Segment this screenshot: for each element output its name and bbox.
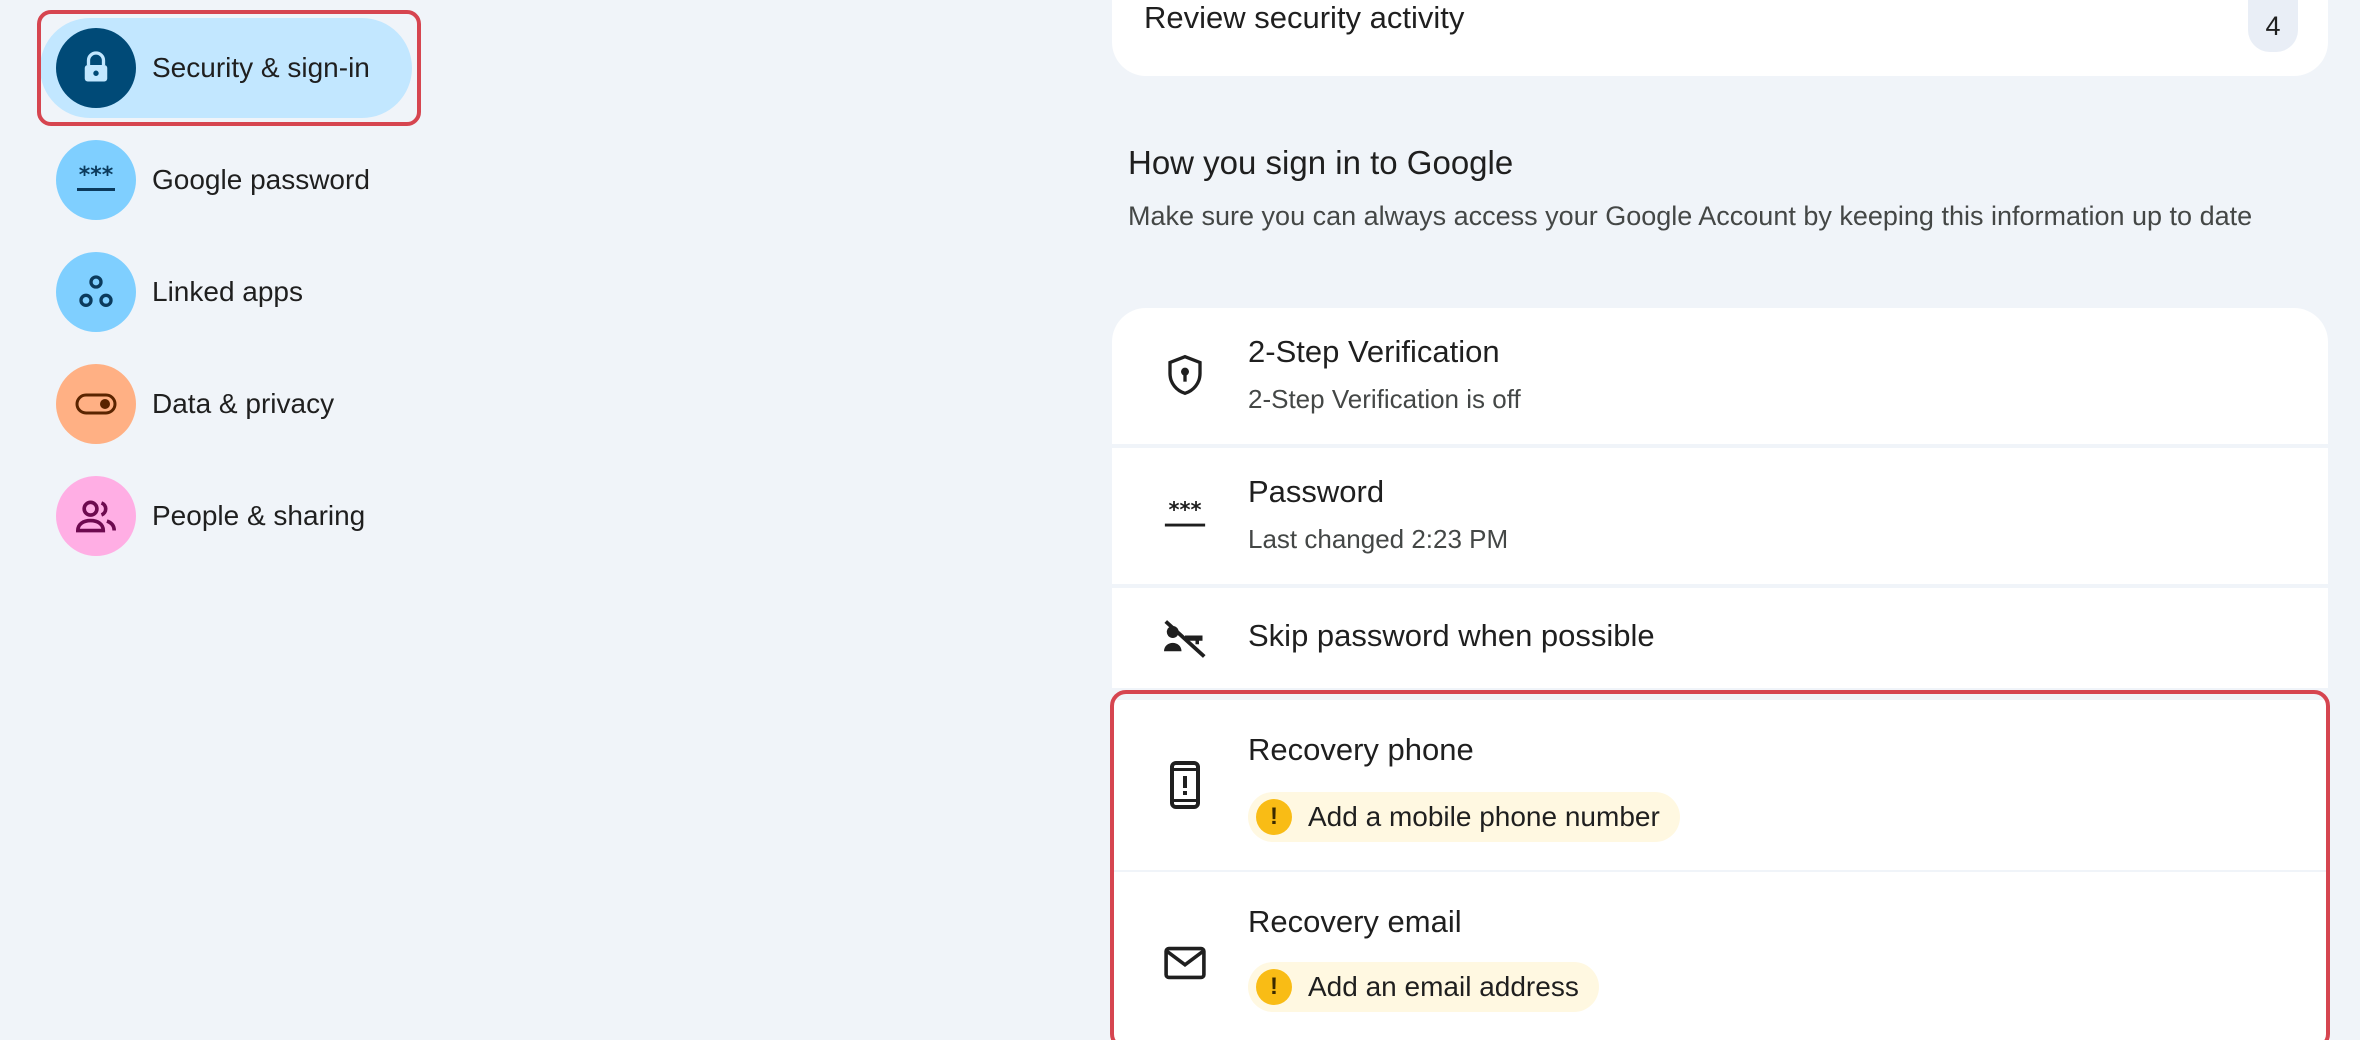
row-title: Password <box>1248 474 1385 509</box>
sidebar-item-google-password[interactable]: *** Google password <box>40 130 370 230</box>
password-dots-icon: *** <box>56 140 136 220</box>
review-security-activity-title: Review security activity <box>1144 0 1465 35</box>
sidebar-item-data-privacy[interactable]: Data & privacy <box>40 354 334 454</box>
row-subtitle: 2-Step Verification is off <box>1248 384 1521 414</box>
linked-apps-icon <box>56 252 136 332</box>
review-security-activity-card[interactable]: Review security activity 4 <box>1112 0 2328 76</box>
sidebar-item-label: Data & privacy <box>152 388 335 419</box>
people-icon <box>56 476 136 556</box>
phone-alert-icon <box>1162 761 1208 809</box>
section-heading: How you sign in to Google <box>1128 144 1514 181</box>
activity-count-badge: 4 <box>2248 0 2298 52</box>
svg-text:***: *** <box>1168 499 1201 522</box>
sidebar-item-label: People & sharing <box>152 500 366 531</box>
warning-icon: ! <box>1256 799 1292 835</box>
lock-icon <box>56 28 136 108</box>
skip-password-row[interactable]: Skip password when possible <box>1112 588 2328 688</box>
add-email-warning-chip[interactable]: ! Add an email address <box>1248 962 1599 1012</box>
row-title: 2-Step Verification <box>1248 334 1500 369</box>
two-step-verification-row[interactable]: 2-Step Verification 2-Step Verification … <box>1112 308 2328 444</box>
sidebar-item-label: Security & sign-in <box>152 52 370 83</box>
sidebar-item-security-sign-in[interactable]: Security & sign-in <box>40 18 412 118</box>
mail-icon <box>1162 940 1208 986</box>
passkey-off-icon <box>1162 616 1208 662</box>
warning-text: Add a mobile phone number <box>1308 801 1660 832</box>
sidebar-item-people-sharing[interactable]: People & sharing <box>40 466 365 566</box>
recovery-email-row[interactable]: Recovery email ! Add an email address <box>1112 872 2328 1040</box>
sidebar-item-label: Linked apps <box>152 276 304 307</box>
row-title: Recovery email <box>1248 904 1462 939</box>
row-subtitle: Last changed 2:23 PM <box>1248 524 1509 554</box>
recovery-phone-row[interactable]: Recovery phone ! Add a mobile phone numb… <box>1112 700 2328 870</box>
password-dots-icon: *** <box>1162 492 1208 538</box>
add-phone-warning-chip[interactable]: ! Add a mobile phone number <box>1248 792 1680 842</box>
row-title: Skip password when possible <box>1248 618 1655 653</box>
sidebar-nav: Security & sign-in *** Google password L… <box>0 0 440 1040</box>
password-row[interactable]: *** Password Last changed 2:23 PM <box>1112 448 2328 584</box>
shield-keyhole-icon <box>1162 352 1208 398</box>
row-title: Recovery phone <box>1248 732 1474 767</box>
sidebar-item-label: Google password <box>152 164 370 195</box>
page: Security & sign-in *** Google password L… <box>0 0 2360 1040</box>
sidebar-item-linked-apps[interactable]: Linked apps <box>40 242 303 342</box>
warning-text: Add an email address <box>1308 971 1579 1002</box>
svg-text:***: *** <box>79 165 114 188</box>
section-description: Make sure you can always access your Goo… <box>1128 201 2253 231</box>
toggle-icon <box>56 364 136 444</box>
warning-icon: ! <box>1256 969 1292 1005</box>
